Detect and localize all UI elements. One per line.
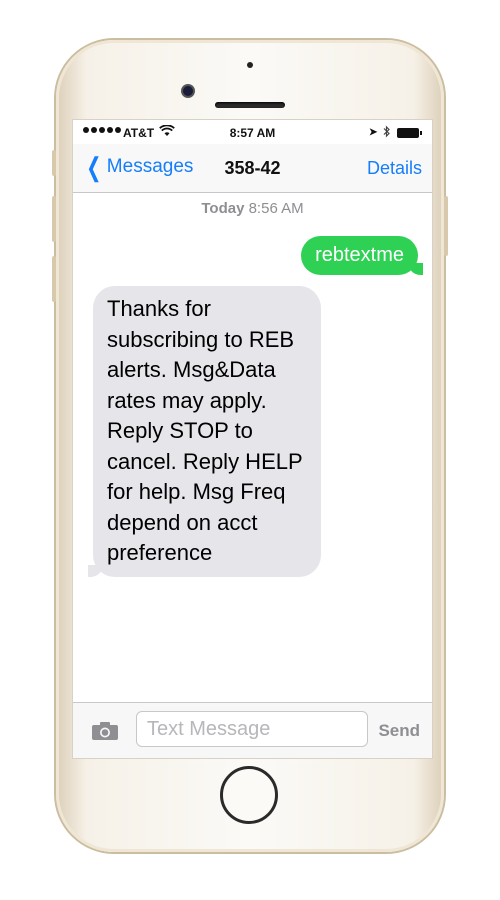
bluetooth-icon — [383, 125, 390, 138]
proximity-sensor — [247, 62, 253, 68]
screen: AT&T 8:57 AM ➤ ❮ Messages 358-42 Details… — [73, 120, 432, 758]
mute-switch — [52, 150, 56, 176]
incoming-message-bubble[interactable]: Thanks for subscribing to REB alerts. Ms… — [88, 286, 321, 577]
battery-icon — [397, 128, 422, 138]
volume-up-button — [52, 196, 56, 242]
send-button[interactable]: Send — [378, 721, 420, 741]
home-button[interactable] — [220, 766, 278, 824]
front-camera — [183, 86, 193, 96]
status-time: 8:57 AM — [229, 126, 276, 140]
status-bar: AT&T 8:57 AM ➤ — [73, 120, 432, 144]
navigation-bar: ❮ Messages 358-42 Details — [73, 144, 432, 193]
earpiece-speaker — [215, 102, 285, 108]
timestamp-day: Today — [201, 200, 245, 217]
outgoing-message-bubble[interactable]: rebtextme — [301, 236, 423, 275]
thread-timestamp: Today 8:56 AM — [73, 200, 432, 217]
location-arrow-icon: ➤ — [369, 127, 378, 138]
power-button — [444, 196, 448, 256]
message-text-input[interactable] — [136, 711, 368, 747]
volume-down-button — [52, 256, 56, 302]
camera-icon[interactable] — [91, 721, 119, 741]
timestamp-time: 8:56 AM — [248, 200, 304, 217]
compose-bar: Send — [73, 702, 432, 758]
details-button[interactable]: Details — [367, 158, 422, 179]
